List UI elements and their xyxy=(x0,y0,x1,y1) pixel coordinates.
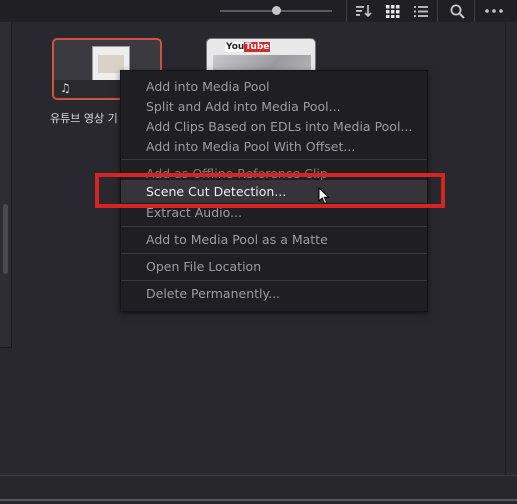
panel-resize-handle[interactable] xyxy=(3,204,8,274)
zoom-slider-handle[interactable] xyxy=(271,6,281,15)
menu-item-add-with-offset[interactable]: Add into Media Pool With Offset... xyxy=(146,139,355,155)
menu-item-open-file-location[interactable]: Open File Location xyxy=(146,259,261,275)
menu-separator xyxy=(121,253,427,254)
menu-separator xyxy=(121,226,427,227)
clip-name-label[interactable]: 유튜브 영상 기 xyxy=(50,110,118,126)
toolbar-divider xyxy=(437,0,438,22)
left-panel-edge xyxy=(0,22,12,347)
horizontal-scrollbar[interactable] xyxy=(0,499,517,501)
menu-separator xyxy=(121,159,427,160)
menu-item-add-as-matte[interactable]: Add to Media Pool as a Matte xyxy=(146,232,328,248)
menu-separator xyxy=(121,280,427,281)
menu-item-delete-permanently[interactable]: Delete Permanently... xyxy=(146,286,280,302)
sort-icon[interactable] xyxy=(350,0,378,22)
list-view-icon[interactable] xyxy=(407,0,435,22)
media-toolbar xyxy=(0,0,517,23)
menu-item-add-clips-based-on-edls[interactable]: Add Clips Based on EDLs into Media Pool.… xyxy=(146,119,412,135)
annotation-highlight-box xyxy=(95,173,445,208)
grid-view-icon[interactable] xyxy=(379,0,407,22)
toolbar-divider xyxy=(474,0,475,22)
search-icon[interactable] xyxy=(443,0,471,22)
panel-divider xyxy=(0,347,12,348)
more-options-icon[interactable] xyxy=(480,0,508,22)
youtube-logo: YouTube xyxy=(225,42,272,52)
mouse-cursor-icon xyxy=(318,187,330,205)
music-note-icon: ♫ xyxy=(60,81,71,95)
menu-item-split-and-add[interactable]: Split and Add into Media Pool... xyxy=(146,99,341,115)
toolbar-divider xyxy=(346,0,347,22)
panel-divider xyxy=(505,22,506,475)
menu-item-add-into-media-pool[interactable]: Add into Media Pool xyxy=(146,79,269,95)
